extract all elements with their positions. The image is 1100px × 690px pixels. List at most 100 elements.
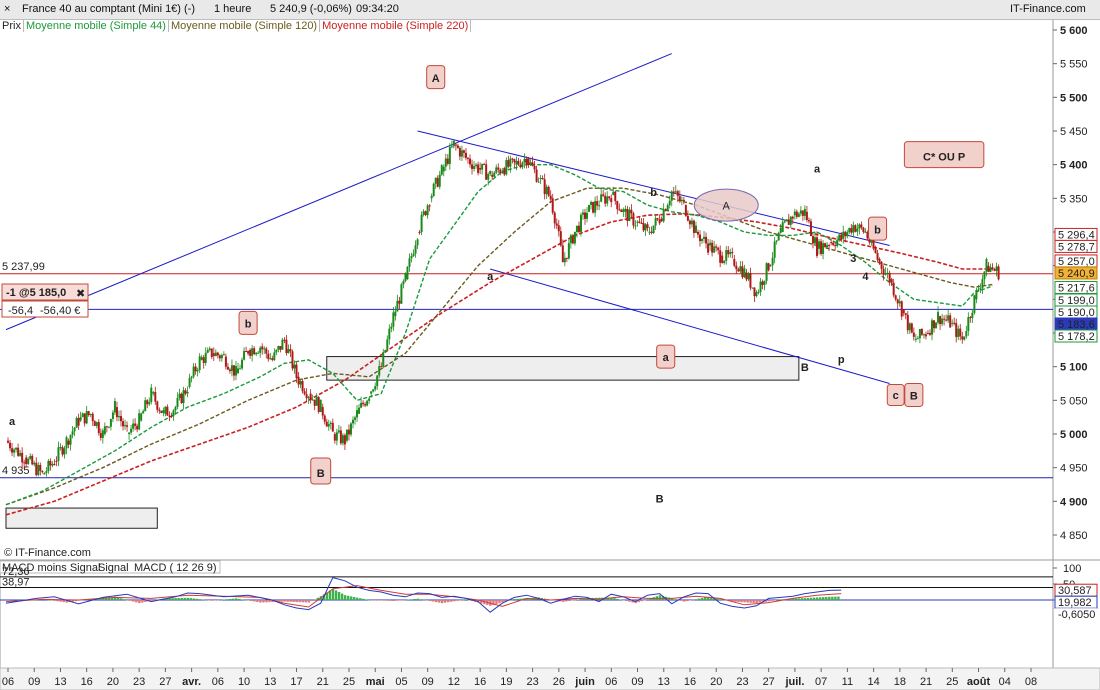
- candle-body: [39, 464, 42, 472]
- macd-hist-bar: [719, 599, 722, 600]
- candle-body: [263, 348, 266, 350]
- candle-body: [17, 447, 20, 456]
- wave-label: 4: [862, 271, 869, 283]
- candle-body: [809, 221, 812, 237]
- macd-hist-bar: [776, 599, 780, 601]
- candle-body: [799, 210, 802, 214]
- macd-hist-bar: [349, 596, 353, 600]
- candle-body: [519, 164, 522, 168]
- candle-body: [382, 352, 385, 367]
- candle-body: [166, 406, 169, 416]
- candle-body: [63, 448, 66, 455]
- candle-body: [949, 315, 952, 328]
- candle-body: [192, 366, 195, 377]
- candle-body: [364, 404, 367, 406]
- wave-label: b: [245, 319, 252, 331]
- candle-body: [372, 389, 375, 392]
- macd-hist-bar: [126, 600, 129, 601]
- candle-body: [638, 221, 641, 223]
- macd-hist-bar: [241, 599, 244, 600]
- candle-body: [313, 399, 316, 406]
- candle-body: [967, 317, 970, 332]
- candle-body: [321, 407, 324, 416]
- macd-hist-bar: [458, 600, 462, 601]
- macd-hist-bar: [222, 599, 226, 601]
- wave-label: B: [656, 493, 664, 505]
- candle-body: [527, 157, 530, 166]
- candle-body: [388, 328, 391, 340]
- candle-body: [618, 209, 621, 211]
- wave-label: a: [9, 416, 16, 428]
- price-chart[interactable]: 5 6005 5505 5005 4505 4005 3505 3005 250…: [0, 0, 1100, 690]
- candle-body: [844, 231, 847, 237]
- close-icon[interactable]: ✖: [76, 288, 85, 300]
- macd-hist-bar: [404, 599, 407, 601]
- candle-body: [670, 191, 673, 201]
- macd-hist-bar: [141, 600, 144, 603]
- candle-body: [273, 352, 276, 360]
- candle-body: [460, 150, 463, 157]
- candle-body: [317, 397, 320, 412]
- candle-body: [598, 205, 601, 207]
- candle-body: [769, 265, 772, 267]
- candle-body: [13, 449, 16, 453]
- candle-body: [414, 245, 417, 254]
- candle-body: [144, 400, 147, 412]
- candle-body: [874, 248, 877, 253]
- candle-body: [448, 147, 451, 164]
- x-tick-label: 13: [658, 676, 670, 688]
- candle-body: [198, 356, 201, 370]
- candle-body: [265, 348, 268, 354]
- candle-body: [575, 225, 578, 232]
- candle-body: [715, 246, 718, 248]
- macd-hist-bar: [579, 599, 583, 600]
- candle-body: [69, 434, 72, 445]
- candle-body: [47, 460, 50, 472]
- x-tick-label: 20: [107, 676, 119, 688]
- candle-body: [224, 356, 227, 367]
- price-tag-label: 5 190,0: [1058, 307, 1095, 319]
- candle-body: [402, 281, 405, 285]
- candle-body: [259, 347, 262, 353]
- wave-label: a: [663, 352, 670, 364]
- candle-body: [505, 160, 508, 175]
- candle-body: [523, 158, 526, 163]
- macd-legend-macd: MACD ( 12 26 9): [134, 562, 217, 574]
- candle-body: [535, 169, 538, 182]
- macd-hist-bar: [501, 600, 504, 603]
- candle-body: [793, 211, 796, 216]
- candle-body: [337, 430, 340, 433]
- candle-body: [735, 265, 738, 270]
- macd-hist-bar: [340, 593, 344, 600]
- candle-body: [721, 255, 724, 263]
- wave-label: C* OU P: [923, 151, 965, 163]
- macd-hist-bar: [201, 599, 205, 601]
- candle-body: [628, 209, 631, 222]
- candle-body: [168, 415, 171, 417]
- candle-body: [884, 273, 887, 275]
- macd-hist-bar: [734, 600, 737, 602]
- x-tick-label: 26: [553, 676, 565, 688]
- candle-body: [995, 266, 998, 271]
- candle-body: [438, 174, 441, 187]
- watermark-label: © IT-Finance.com: [4, 547, 91, 559]
- candle-body: [765, 263, 768, 281]
- candle-body: [515, 160, 518, 165]
- candle-body: [563, 257, 566, 263]
- candle-body: [9, 442, 12, 449]
- candle-body: [682, 199, 685, 202]
- candle-body: [579, 214, 582, 232]
- candle-body: [99, 433, 102, 438]
- macd-hist-bar: [613, 598, 616, 600]
- candle-body: [805, 211, 808, 221]
- candle-body: [464, 152, 467, 158]
- candle-body: [743, 268, 746, 278]
- candle-body: [985, 259, 988, 272]
- candle-body: [975, 289, 978, 300]
- candle-body: [370, 391, 373, 394]
- macd-hist-bar: [749, 600, 752, 603]
- candle-body: [521, 162, 524, 168]
- macd-hist-bar: [673, 599, 677, 600]
- candle-body: [561, 245, 564, 263]
- candle-body: [650, 231, 653, 233]
